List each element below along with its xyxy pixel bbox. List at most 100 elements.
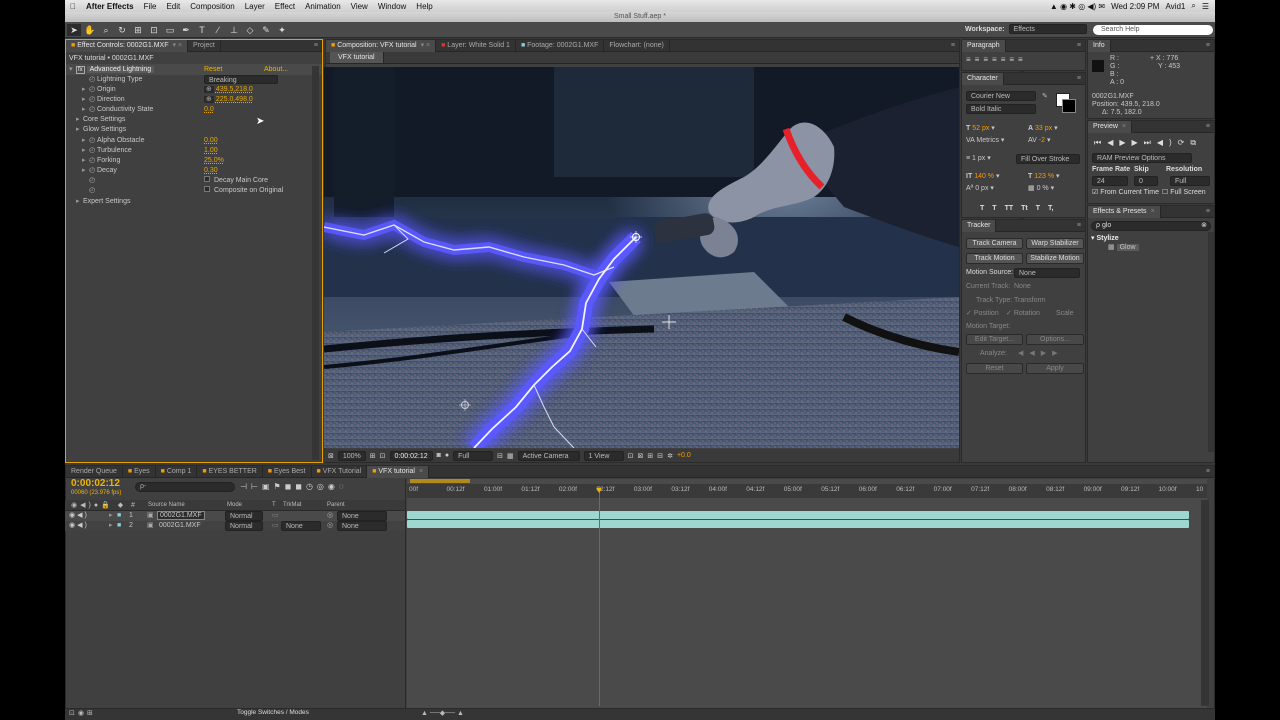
- position-checkbox[interactable]: ✓ Position: [966, 309, 999, 319]
- group-core-settings[interactable]: ▸ Core Settings: [76, 115, 125, 125]
- col-parent[interactable]: Parent: [327, 502, 345, 508]
- tsume[interactable]: ▦ 0 % ▾: [1028, 184, 1054, 194]
- col-trkmat[interactable]: TrkMat: [283, 502, 301, 508]
- hand-tool-icon[interactable]: ✋: [83, 24, 97, 36]
- layer-2-bar[interactable]: [407, 520, 1189, 528]
- menu-window[interactable]: Window: [373, 2, 411, 11]
- about-link[interactable]: About...: [264, 65, 288, 75]
- panel-menu-icon[interactable]: ≡: [1206, 42, 1210, 49]
- pen-tool-icon[interactable]: ✒: [179, 24, 193, 36]
- tab-composition[interactable]: ■ Composition: VFX tutorial ▾ ×: [326, 40, 437, 52]
- reset-link[interactable]: Reset: [204, 65, 222, 75]
- toggle-pixel-icon[interactable]: ⊡: [628, 452, 634, 460]
- app-menu[interactable]: After Effects: [81, 2, 139, 11]
- tab-comp-1[interactable]: ■ Comp 1: [156, 466, 198, 478]
- composite-original-checkbox[interactable]: Composite on Original: [204, 186, 283, 196]
- tracking[interactable]: AV -2 ▾: [1028, 136, 1050, 146]
- text-tool-icon[interactable]: T: [195, 24, 209, 36]
- panel-menu-icon[interactable]: ≡: [1077, 222, 1081, 229]
- timeline-scrollbar[interactable]: [1201, 500, 1209, 706]
- snapshot-icon[interactable]: ⊡: [380, 452, 386, 460]
- clock[interactable]: Wed 2:09 PM: [1111, 2, 1159, 11]
- exposure-icon[interactable]: ✲: [667, 452, 673, 460]
- edit-target-button[interactable]: Edit Target...: [966, 334, 1023, 345]
- track-camera-button[interactable]: Track Camera: [966, 238, 1023, 249]
- justify-right-icon[interactable]: ≡: [1009, 55, 1014, 64]
- tab-effects-presets[interactable]: Effects & Presets ×: [1088, 206, 1161, 218]
- clone-tool-icon[interactable]: ⊥: [227, 24, 241, 36]
- crosshair-icon[interactable]: ⊕: [204, 96, 214, 103]
- apple-icon[interactable]: : [65, 2, 81, 11]
- panel-menu-icon[interactable]: ≡: [1206, 468, 1210, 475]
- panel-menu-icon[interactable]: ≡: [1077, 42, 1081, 49]
- camera-icon[interactable]: ◙: [437, 452, 441, 459]
- tab-paragraph[interactable]: Paragraph: [962, 40, 1006, 52]
- forking-value[interactable]: 25.0%: [204, 157, 224, 164]
- label-color-icon[interactable]: ■: [117, 511, 121, 521]
- align-right-icon[interactable]: ≡: [983, 55, 988, 64]
- layer-switches[interactable]: ◉◀): [69, 511, 89, 521]
- origin-value[interactable]: 439.5,218.0: [216, 86, 253, 93]
- channels-icon[interactable]: ●: [445, 452, 449, 459]
- rotation-checkbox[interactable]: ✓ Rotation: [1006, 309, 1040, 319]
- ram-preview-options-dropdown[interactable]: RAM Preview Options: [1092, 153, 1192, 163]
- stroke-type-dropdown[interactable]: Fill Over Stroke: [1016, 154, 1080, 164]
- font-size[interactable]: T 52 px ▾: [966, 124, 995, 134]
- effect-controls-scrollbar[interactable]: [312, 66, 319, 460]
- puppet-pin-icon[interactable]: ✦: [275, 24, 289, 36]
- roto-brush-icon[interactable]: ✎: [259, 24, 273, 36]
- col-mode[interactable]: Mode: [227, 502, 242, 508]
- tab-footage[interactable]: ■ Footage: 0002G1.MXF: [516, 40, 605, 52]
- superscript-button[interactable]: T: [1036, 204, 1040, 214]
- layer-trkmat-dropdown[interactable]: None: [281, 521, 321, 531]
- justify-center-icon[interactable]: ≡: [1001, 55, 1006, 64]
- crosshair-icon[interactable]: ⊕: [204, 86, 214, 93]
- brush-tool-icon[interactable]: ∕: [211, 24, 225, 36]
- panel-menu-icon[interactable]: ≡: [1206, 123, 1210, 130]
- menu-layer[interactable]: Layer: [240, 2, 270, 11]
- lightning-type-dropdown[interactable]: Breaking: [204, 75, 278, 84]
- kerning[interactable]: VA Metrics ▾: [966, 136, 1004, 146]
- panel-menu-icon[interactable]: ≡: [1077, 75, 1081, 82]
- tab-layer[interactable]: ■ Layer: White Solid 1: [436, 40, 516, 52]
- group-glow-settings[interactable]: ▸ Glow Settings: [76, 125, 126, 135]
- decay-value[interactable]: 0.30: [204, 167, 218, 174]
- layer-mode-dropdown[interactable]: Normal: [225, 521, 263, 531]
- align-center-icon[interactable]: ≡: [975, 55, 980, 64]
- skip-dropdown[interactable]: 0: [1134, 176, 1158, 186]
- panel-menu-icon[interactable]: ≡: [951, 42, 955, 49]
- frame-rate-dropdown[interactable]: 24: [1092, 176, 1128, 186]
- layer-parent-dropdown[interactable]: None: [337, 511, 387, 521]
- menu-file[interactable]: File: [139, 2, 162, 11]
- tab-eyes-best[interactable]: ■ Eyes Best: [263, 466, 312, 478]
- eraser-tool-icon[interactable]: ◇: [243, 24, 257, 36]
- timeline-timecode[interactable]: 0:00:02:12: [71, 478, 120, 489]
- selection-tool-icon[interactable]: ➤: [67, 23, 81, 36]
- tab-flowchart[interactable]: Flowchart: (none): [604, 40, 670, 52]
- expand-layer-icon[interactable]: ▸: [109, 521, 113, 531]
- options-button[interactable]: Options...: [1026, 334, 1084, 345]
- resolution-dropdown[interactable]: Full: [453, 450, 494, 461]
- rotate-tool-icon[interactable]: ↻: [115, 24, 129, 36]
- playhead-icon[interactable]: ▼: [595, 485, 604, 495]
- layer-name[interactable]: 0002G1.MXF: [157, 521, 203, 531]
- small-caps-button[interactable]: Tt: [1021, 204, 1028, 214]
- conductivity-value[interactable]: 0.0: [204, 106, 214, 113]
- leading[interactable]: A 33 px ▾: [1028, 124, 1058, 134]
- font-style-dropdown[interactable]: Bold Italic: [966, 104, 1036, 114]
- eyedropper-icon[interactable]: ✎: [1042, 92, 1048, 100]
- direction-value[interactable]: 225.0,498.0: [216, 96, 253, 103]
- status-icons[interactable]: ▲ ◉ ✱ ◎ ◀) ✉: [1050, 2, 1105, 11]
- zoom-dropdown[interactable]: 100%: [337, 450, 366, 461]
- tracker-apply-button[interactable]: Apply: [1026, 363, 1084, 374]
- analyze-controls[interactable]: ◀◀▶▶: [1018, 349, 1064, 359]
- scale-checkbox[interactable]: Scale: [1056, 309, 1074, 319]
- exposure-value[interactable]: +0.0: [677, 452, 691, 459]
- full-screen-checkbox[interactable]: ☐ Full Screen: [1162, 188, 1206, 198]
- pan-behind-tool-icon[interactable]: ⊡: [147, 24, 161, 36]
- tab-preview[interactable]: Preview ×: [1088, 121, 1132, 133]
- table-row[interactable]: ◉◀) ▸ ■ 1 ▣ 0002G1.MXF Normal ▭ ◎ None: [65, 511, 405, 521]
- always-preview-icon[interactable]: ⊠: [328, 452, 334, 460]
- menu-view[interactable]: View: [346, 2, 373, 11]
- toggle-switches-button[interactable]: Toggle Switches / Modes: [237, 709, 309, 716]
